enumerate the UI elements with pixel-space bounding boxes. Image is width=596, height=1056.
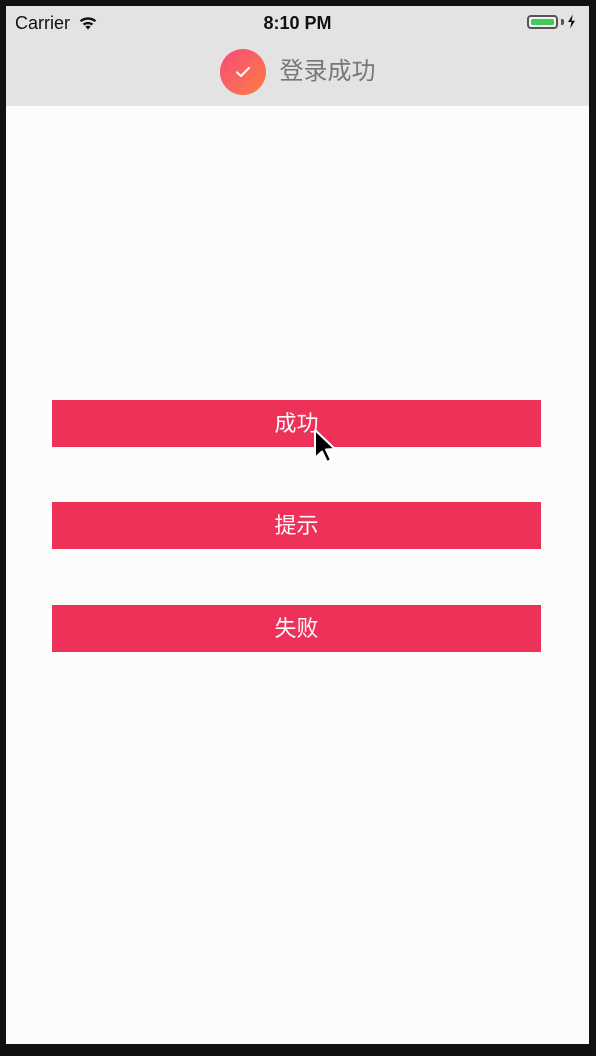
status-time: 8:10 PM — [263, 13, 332, 33]
success-button[interactable]: 成功 — [52, 400, 541, 447]
phone-screen: Carrier 8:10 PM 登录成功 成功 提示 失败 — [6, 6, 589, 1044]
check-circle-icon — [219, 49, 266, 95]
battery-group — [527, 14, 576, 29]
charging-bolt-icon — [567, 14, 576, 29]
battery-level-fill — [531, 18, 554, 25]
battery-full-icon — [527, 14, 558, 29]
toast-message: 登录成功 — [279, 58, 376, 85]
error-button[interactable]: 失败 — [52, 605, 541, 652]
info-button[interactable]: 提示 — [52, 502, 541, 549]
battery-cap — [561, 18, 564, 25]
status-bar: Carrier 8:10 PM — [6, 6, 589, 40]
login-success-toast: 登录成功 — [6, 40, 589, 106]
toast-content: 登录成功 — [6, 49, 589, 95]
